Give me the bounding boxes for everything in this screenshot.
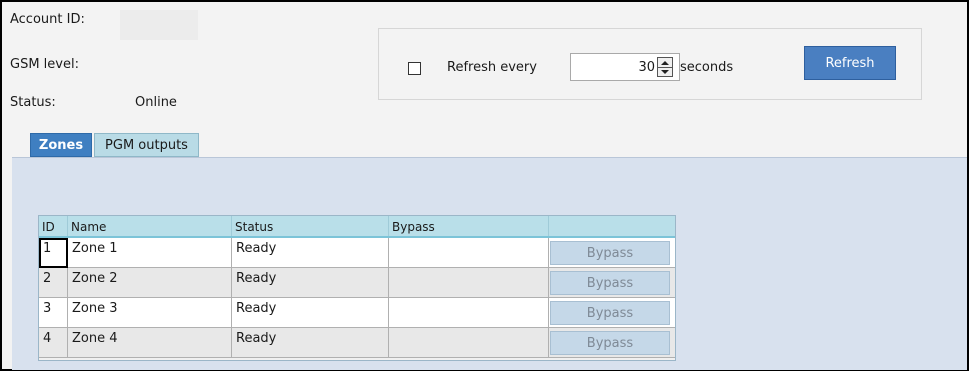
bypass-button[interactable]: Bypass [550, 301, 670, 325]
refresh-checkbox-label[interactable]: Refresh every [447, 60, 537, 75]
refresh-unit-label: seconds [680, 60, 734, 75]
cell-name[interactable]: Zone 3 [68, 298, 232, 328]
gsm-level-label: GSM level: [10, 57, 79, 72]
table-row[interactable]: 4 Zone 4 Ready Bypass [39, 328, 675, 358]
tab-zones[interactable]: Zones [30, 133, 92, 157]
spinner-buttons [657, 57, 673, 77]
table-row[interactable]: 2 Zone 2 Ready Bypass [39, 268, 675, 298]
table-row[interactable]: 3 Zone 3 Ready Bypass [39, 298, 675, 328]
arrow-up-icon [661, 60, 669, 65]
cell-name[interactable]: Zone 4 [68, 328, 232, 358]
cell-name[interactable]: Zone 1 [68, 238, 232, 268]
refresh-group: Refresh every seconds Refresh [378, 28, 922, 100]
cell-bypass[interactable] [389, 298, 549, 328]
cell-id[interactable]: 1 [39, 238, 68, 268]
spinner-down-button[interactable] [658, 67, 672, 76]
column-header-action [549, 216, 675, 236]
bypass-button[interactable]: Bypass [550, 271, 670, 295]
refresh-interval-input[interactable] [571, 54, 657, 80]
status-label: Status: [10, 95, 56, 110]
cell-status[interactable]: Ready [232, 328, 389, 358]
cell-id[interactable]: 4 [39, 328, 68, 358]
grid-header: ID Name Status Bypass [39, 216, 675, 238]
bypass-button[interactable]: Bypass [550, 331, 670, 355]
column-header-status[interactable]: Status [232, 216, 389, 236]
app-window: Account ID: GSM level: Status: Online Re… [0, 0, 969, 371]
cell-status[interactable]: Ready [232, 298, 389, 328]
cell-id[interactable]: 2 [39, 268, 68, 298]
table-row[interactable]: 1 Zone 1 Ready Bypass [39, 238, 675, 268]
zones-grid: ID Name Status Bypass 1 Zone 1 Ready Byp… [38, 215, 676, 361]
cell-bypass[interactable] [389, 238, 549, 268]
cell-bypass[interactable] [389, 268, 549, 298]
arrow-down-icon [661, 69, 669, 74]
tab-pgm-outputs[interactable]: PGM outputs [94, 133, 199, 157]
cell-bypass[interactable] [389, 328, 549, 358]
cell-id[interactable]: 3 [39, 298, 68, 328]
status-value: Online [135, 95, 177, 110]
refresh-button[interactable]: Refresh [804, 46, 896, 80]
account-id-label: Account ID: [10, 12, 85, 27]
column-header-bypass[interactable]: Bypass [389, 216, 549, 236]
cell-name[interactable]: Zone 2 [68, 268, 232, 298]
cell-status[interactable]: Ready [232, 238, 389, 268]
bypass-button[interactable]: Bypass [550, 241, 670, 265]
column-header-name[interactable]: Name [68, 216, 232, 236]
account-id-value [120, 10, 198, 40]
refresh-checkbox[interactable] [408, 62, 421, 75]
cell-status[interactable]: Ready [232, 268, 389, 298]
refresh-interval-spinner[interactable] [570, 53, 680, 81]
column-header-id[interactable]: ID [39, 216, 68, 236]
